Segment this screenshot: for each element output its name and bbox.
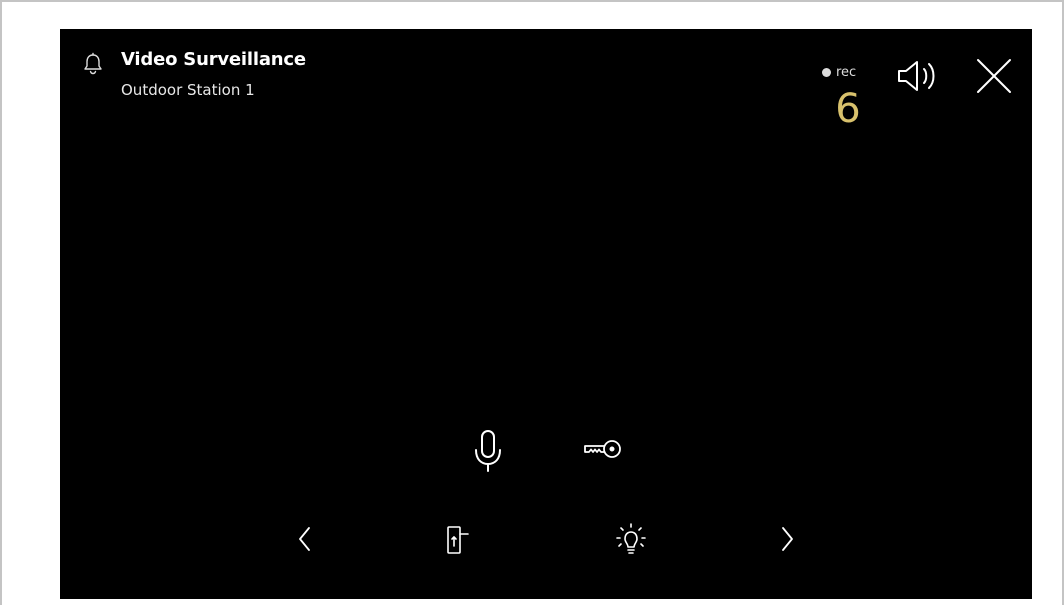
chevron-left-icon[interactable] [295, 524, 315, 554]
key-icon[interactable] [582, 435, 624, 463]
door-icon[interactable] [445, 524, 471, 556]
chevron-right-icon[interactable] [777, 524, 797, 554]
bell-icon [82, 52, 104, 76]
speaker-icon[interactable] [896, 57, 942, 95]
station-name: Outdoor Station 1 [121, 81, 255, 99]
microphone-icon[interactable] [473, 429, 503, 473]
recording-indicator: rec [822, 65, 856, 80]
recording-label: rec [836, 65, 857, 80]
recording-countdown: 6 [835, 86, 861, 132]
page-title: Video Surveillance [121, 49, 306, 70]
light-bulb-icon[interactable] [612, 521, 650, 559]
app-frame: Video Surveillance Outdoor Station 1 rec… [0, 0, 1064, 605]
video-screen: Video Surveillance Outdoor Station 1 rec… [60, 29, 1032, 599]
recording-dot [822, 68, 831, 77]
close-icon[interactable] [974, 56, 1014, 96]
